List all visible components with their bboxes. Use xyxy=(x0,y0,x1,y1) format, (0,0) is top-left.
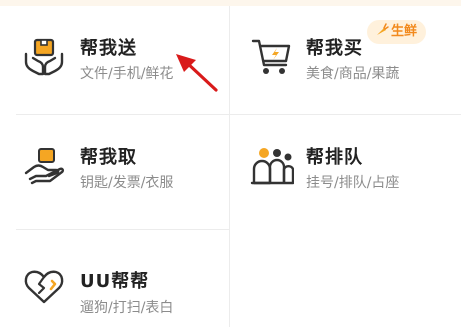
service-title: 帮我买 xyxy=(306,38,363,59)
shopping-cart-icon xyxy=(251,39,291,74)
service-uu-bang-bang[interactable]: UU帮帮 遛狗/打扫/表白 xyxy=(0,230,229,327)
service-subtitle: 钥匙/发票/衣服 xyxy=(80,175,174,191)
service-subtitle: 挂号/排队/占座 xyxy=(306,175,400,191)
heart-hand-icon xyxy=(24,270,64,304)
badge-label: 生鲜 xyxy=(391,24,418,39)
box-hands-icon xyxy=(24,38,64,76)
service-title: 帮排队 xyxy=(306,147,363,168)
service-bang-wo-mai[interactable]: 帮我买 美食/商品/果蔬 生鲜 xyxy=(230,6,459,114)
carrot-icon xyxy=(377,23,389,35)
service-subtitle: 文件/手机/鲜花 xyxy=(80,66,174,82)
service-title: UU帮帮 xyxy=(80,271,150,292)
service-bang-wo-song[interactable]: 帮我送 文件/手机/鲜花 xyxy=(0,6,229,114)
service-subtitle: 遛狗/打扫/表白 xyxy=(80,300,174,316)
service-bang-wo-qu[interactable]: 帮我取 钥匙/发票/衣服 xyxy=(0,115,229,223)
service-subtitle: 美食/商品/果蔬 xyxy=(306,66,400,82)
service-title: 帮我取 xyxy=(80,147,137,168)
queue-people-icon xyxy=(250,148,294,185)
hand-package-icon xyxy=(24,148,65,185)
fresh-badge: 生鲜 xyxy=(367,20,427,44)
service-grid: 帮我送 文件/手机/鲜花 帮我买 美食/商品/果蔬 生鲜 帮我取 钥匙/发票/衣… xyxy=(0,6,461,327)
service-title: 帮我送 xyxy=(80,38,137,59)
service-bang-pai-dui[interactable]: 帮排队 挂号/排队/占座 xyxy=(230,115,459,223)
